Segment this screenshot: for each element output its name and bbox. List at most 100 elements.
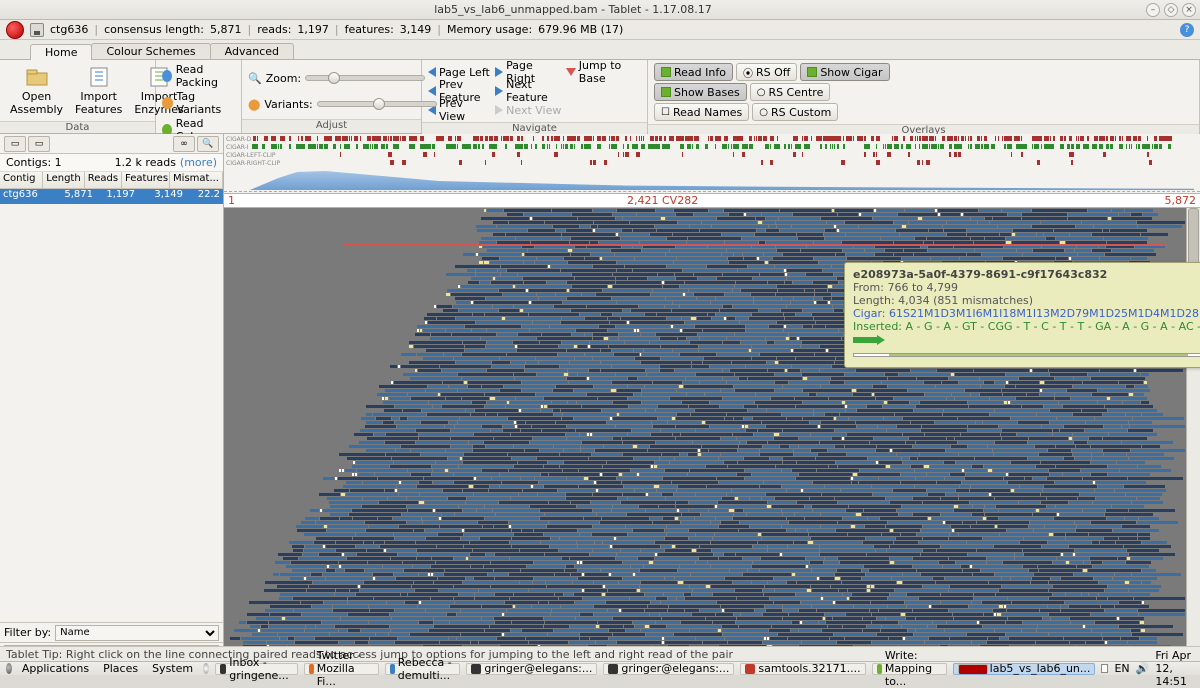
- track-left-clip-label: CIGAR-LEFT-CLIP: [224, 152, 277, 159]
- sidebar-tool-3[interactable]: ∞: [173, 136, 195, 152]
- import-features-button[interactable]: Import Features: [71, 63, 126, 118]
- arrow-left-icon: [428, 67, 436, 77]
- tag-variants-icon: [162, 97, 173, 109]
- taskbar-app-0[interactable]: Inbox - gringene...: [215, 663, 298, 675]
- check-icon: [661, 67, 671, 77]
- rs-off-button[interactable]: ⦿ RS Off: [736, 63, 797, 81]
- prev-view-button[interactable]: Prev View: [428, 101, 491, 119]
- read-names-toggle[interactable]: ☐ Read Names: [654, 103, 749, 121]
- tag-variants-button[interactable]: Tag Variants: [162, 90, 235, 116]
- tooltip-from: From: 766 to 4,799: [853, 281, 1200, 294]
- taskbar-app-5[interactable]: samtools.32171....: [740, 663, 865, 675]
- sidebar-toolbar: ▭ ▭ ∞ 🔍: [0, 134, 223, 154]
- menu-places[interactable]: Places: [99, 663, 142, 675]
- col-reads[interactable]: Reads: [85, 172, 122, 188]
- tooltip-length: Length: 4,034 (851 mismatches): [853, 294, 1200, 307]
- next-feature-button[interactable]: Next Feature: [495, 82, 562, 100]
- ruler[interactable]: 1 2,421 CV282 5,872: [224, 194, 1200, 208]
- taskbar-app-7[interactable]: lab5_vs_lab6_un...: [953, 663, 1096, 675]
- tab-advanced[interactable]: Advanced: [210, 43, 294, 59]
- clock[interactable]: Fri Apr 12, 14:51: [1155, 649, 1194, 688]
- volume-icon[interactable]: 🔊: [1136, 662, 1150, 675]
- menu-applications[interactable]: Applications: [18, 663, 93, 675]
- features-label: features:: [345, 23, 394, 36]
- taskbar-app-3[interactable]: gringer@elegans:...: [466, 663, 597, 675]
- close-button[interactable]: ×: [1182, 3, 1196, 17]
- group-data-label: Data: [0, 121, 155, 133]
- help-icon[interactable]: ?: [1180, 23, 1194, 37]
- ruler-mid: 2,421 CV282: [627, 194, 698, 207]
- arrow-right-icon: [495, 86, 503, 96]
- taskbar-app-2[interactable]: Rebecca - demulti...: [385, 663, 461, 675]
- contig-row-selected[interactable]: ctg636 5,871 1,197 3,149 22.2: [0, 189, 223, 204]
- arrow-left-icon: [428, 86, 436, 96]
- read-tooltip: e208973a-5a0f-4379-8691-c9f17643c832 Fro…: [844, 262, 1200, 368]
- tab-home[interactable]: Home: [30, 44, 92, 60]
- keyboard-lang[interactable]: EN: [1114, 662, 1129, 675]
- arrow-right-icon: [495, 67, 503, 77]
- taskbar-app-1[interactable]: Twitter - Mozilla Fi...: [304, 663, 379, 675]
- rs-centre-button[interactable]: ○ RS Centre: [750, 83, 831, 101]
- info-bar: ctg636 | consensus length: 5,871 | reads…: [0, 20, 1200, 40]
- col-features[interactable]: Features: [122, 172, 170, 188]
- window-title: lab5_vs_lab6_unmapped.bam - Tablet - 1.1…: [434, 3, 712, 16]
- app-icon: [6, 21, 24, 39]
- taskbar-app-4[interactable]: gringer@elegans:...: [603, 663, 734, 675]
- arrow-down-icon: [566, 68, 576, 76]
- reads-count: 1.2 k reads: [115, 156, 176, 169]
- filter-select[interactable]: Name: [55, 625, 219, 641]
- show-bases-toggle[interactable]: Show Bases: [654, 83, 747, 101]
- ribbon: Open Assembly Import Features Import Enz…: [0, 59, 1200, 134]
- launcher-icon[interactable]: [203, 663, 209, 674]
- read-packing-button[interactable]: Read Packing: [162, 63, 235, 89]
- sidebar-tool-1[interactable]: ▭: [4, 136, 26, 152]
- open-assembly-button[interactable]: Open Assembly: [6, 63, 67, 118]
- track-cigar-d-label: CIGAR-D: [224, 136, 253, 143]
- contig-name: ctg636: [50, 23, 88, 36]
- reads-canvas[interactable]: e208973a-5a0f-4379-8691-c9f17643c832 Fro…: [224, 208, 1200, 662]
- ribbon-tabs: Home Colour Schemes Advanced: [0, 40, 1200, 59]
- rs-custom-button[interactable]: ○ RS Custom: [752, 103, 838, 121]
- features-value: 3,149: [400, 23, 432, 36]
- read-packing-icon: [162, 70, 172, 82]
- sidebar-subheader: Contigs: 1 1.2 k reads (more): [0, 154, 223, 172]
- keyboard-flag-icon[interactable]: [1101, 664, 1108, 673]
- contigs-count: Contigs: 1: [6, 156, 62, 169]
- variants-slider[interactable]: [317, 101, 437, 107]
- next-view-button: Next View: [495, 101, 562, 119]
- ruler-end: 5,872: [1165, 194, 1197, 207]
- track-right-clip-label: CIGAR-RIGHT-CLIP: [224, 160, 282, 167]
- taskbar-app-6[interactable]: Write: Mapping to...: [872, 663, 947, 675]
- col-mismatch[interactable]: Mismat...: [170, 172, 223, 188]
- more-link[interactable]: (more): [180, 156, 217, 169]
- minimize-button[interactable]: –: [1146, 3, 1160, 17]
- folder-icon: [25, 65, 49, 89]
- menu-system[interactable]: System: [148, 663, 197, 675]
- consensus-label: consensus length:: [104, 23, 204, 36]
- window-titlebar: lab5_vs_lab6_unmapped.bam - Tablet - 1.1…: [0, 0, 1200, 20]
- coverage-plot: [250, 170, 1194, 190]
- tooltip-inserted: Inserted: A - G - A - GT - CGG - T - C -…: [853, 320, 1200, 333]
- filter-row: Filter by: Name: [0, 622, 223, 642]
- reads-value: 1,197: [297, 23, 329, 36]
- zoom-label: Zoom:: [266, 72, 301, 85]
- disk-icon[interactable]: [30, 23, 44, 37]
- jump-to-base-button[interactable]: Jump to Base: [566, 63, 641, 81]
- contig-table-header: Contig Length Reads Features Mismat...: [0, 172, 223, 189]
- sidebar-tool-2[interactable]: ▭: [28, 136, 50, 152]
- zoom-slider[interactable]: [305, 75, 425, 81]
- arrow-right-disabled-icon: [495, 105, 503, 115]
- sidebar-tool-4[interactable]: 🔍: [197, 136, 219, 152]
- tooltip-scale: [853, 353, 1200, 357]
- col-contig[interactable]: Contig: [0, 172, 43, 188]
- memory-label: Memory usage:: [447, 23, 532, 36]
- read-info-toggle[interactable]: Read Info: [654, 63, 733, 81]
- col-length[interactable]: Length: [43, 172, 85, 188]
- gnome-icon[interactable]: [6, 663, 12, 674]
- show-cigar-toggle[interactable]: Show Cigar: [800, 63, 889, 81]
- feature-tracks[interactable]: CIGAR-D CIGAR-I CIGAR-LEFT-CLIP CIGAR-RI…: [224, 134, 1200, 194]
- tab-colour-schemes[interactable]: Colour Schemes: [91, 43, 210, 59]
- group-adjust-label: Adjust: [242, 119, 421, 133]
- group-navigate-label: Navigate: [422, 122, 647, 134]
- maximize-button[interactable]: ◇: [1164, 3, 1178, 17]
